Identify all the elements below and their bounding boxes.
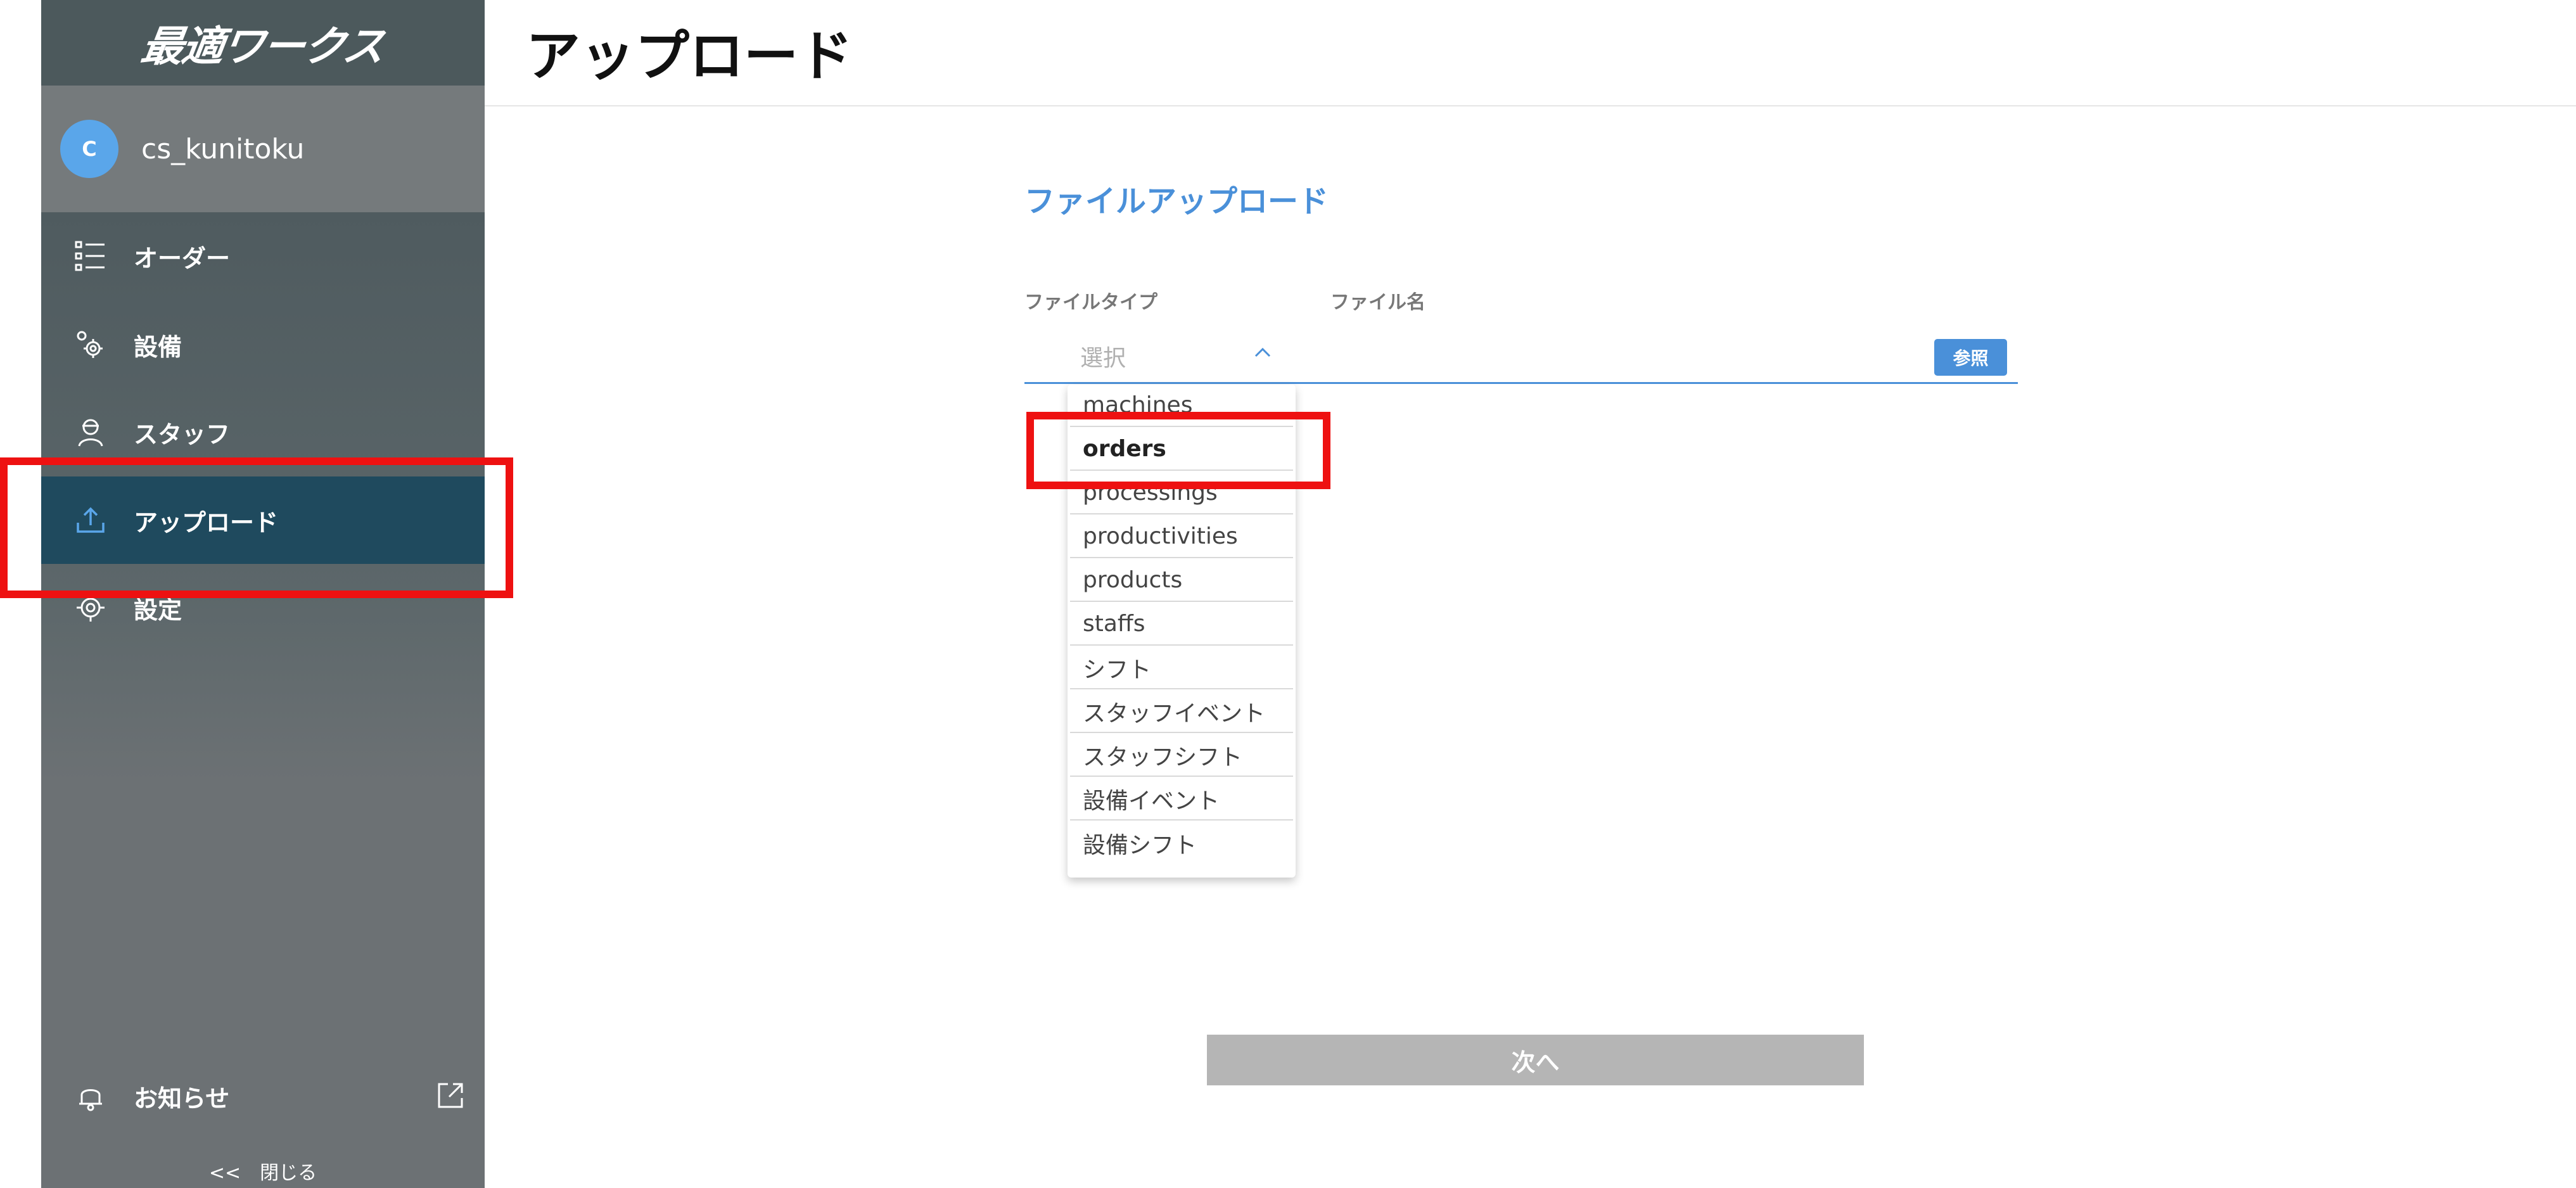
annotation-highlight-upload: [0, 457, 513, 598]
avatar: C: [60, 120, 118, 178]
sidebar-item-label: 設備: [134, 333, 182, 361]
collapse-sidebar-button[interactable]: << 閉じる: [41, 1153, 485, 1188]
browse-button[interactable]: 参照: [1934, 339, 2007, 376]
bell-icon: [73, 1078, 108, 1114]
dropdown-option[interactable]: シフト: [1070, 647, 1293, 689]
header-divider: [485, 105, 2576, 106]
dropdown-option[interactable]: 設備イベント: [1070, 778, 1293, 821]
external-link-icon: [435, 1080, 466, 1113]
sidebar-item-label: オーダー: [134, 244, 231, 272]
page-title: アップロード: [526, 25, 853, 88]
dropdown-option[interactable]: staffs: [1070, 603, 1293, 646]
sidebar-item-orders[interactable]: オーダー: [41, 212, 485, 300]
user-profile[interactable]: C cs_kunitoku: [41, 86, 485, 212]
collapse-label: << 閉じる: [208, 1161, 317, 1184]
list-icon: [73, 238, 108, 274]
logo-bar: 最適ワークス: [41, 0, 485, 86]
staff-icon: [73, 414, 108, 450]
dropdown-option[interactable]: スタッフシフト: [1070, 734, 1293, 777]
username: cs_kunitoku: [141, 132, 305, 165]
file-type-label: ファイルタイプ: [1024, 291, 1157, 314]
gears-icon: [73, 327, 108, 362]
annotation-highlight-orders: [1026, 412, 1330, 489]
dropdown-option[interactable]: products: [1070, 559, 1293, 602]
section-title: ファイルアップロード: [1024, 184, 1329, 219]
dropdown-option[interactable]: スタッフイベント: [1070, 691, 1293, 733]
next-button[interactable]: 次へ: [1207, 1035, 1864, 1085]
input-underline: [1024, 382, 2018, 384]
sidebar-item-machines[interactable]: 設備: [41, 301, 485, 388]
dropdown-option[interactable]: productivities: [1070, 516, 1293, 558]
notice-label: お知らせ: [134, 1084, 230, 1113]
chevron-up-icon[interactable]: [1253, 346, 1272, 361]
app-logo: 最適ワークス: [137, 22, 387, 71]
dropdown-option[interactable]: 設備シフト: [1070, 822, 1293, 864]
notice-link[interactable]: お知らせ: [41, 1052, 485, 1140]
file-type-select[interactable]: 選択: [1080, 340, 1126, 373]
file-name-label: ファイル名: [1330, 291, 1425, 314]
sidebar-item-label: スタッフ: [134, 420, 231, 449]
